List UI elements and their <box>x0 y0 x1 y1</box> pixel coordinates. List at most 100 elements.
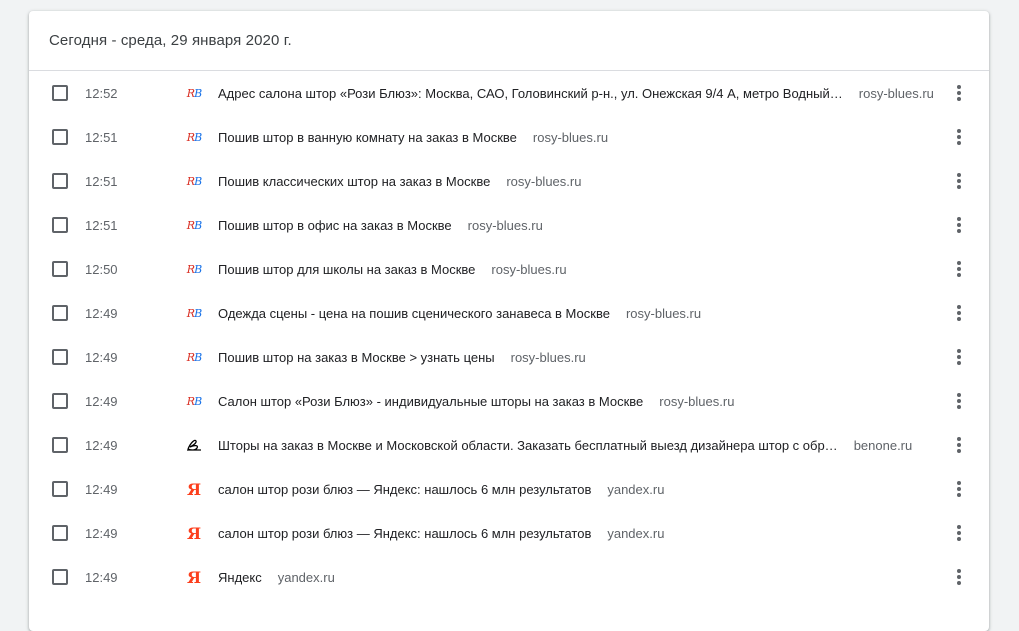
history-entry[interactable]: 12:52 RB Адрес салона штор «Рози Блюз»: … <box>29 71 989 115</box>
rosy-blues-favicon-icon: RB <box>186 350 202 364</box>
rosy-blues-favicon-icon: RB <box>186 86 202 100</box>
entry-link[interactable]: Яндекс yandex.ru <box>218 570 941 585</box>
entry-title[interactable]: Пошив классических штор на заказ в Москв… <box>218 174 490 189</box>
entry-title[interactable]: Пошив штор на заказ в Москве > узнать це… <box>218 350 495 365</box>
entry-time: 12:51 <box>85 217 118 233</box>
history-entry[interactable]: 12:49 Шторы на заказ в Москве и Московск… <box>29 423 989 467</box>
history-entry[interactable]: 12:49 Я Яндекс yandex.ru <box>29 555 989 599</box>
entry-domain: rosy-blues.ru <box>467 217 543 233</box>
entry-time: 12:49 <box>85 525 118 541</box>
entry-checkbox[interactable] <box>52 217 68 233</box>
entry-title[interactable]: Адрес салона штор «Рози Блюз»: Москва, С… <box>218 86 843 101</box>
entry-link[interactable]: Пошив штор для школы на заказ в Москве r… <box>218 262 941 277</box>
more-actions-icon[interactable] <box>953 523 965 543</box>
more-actions-icon[interactable] <box>953 391 965 411</box>
entry-checkbox[interactable] <box>52 349 68 365</box>
entry-time: 12:49 <box>85 569 118 585</box>
entry-domain: yandex.ru <box>277 569 335 585</box>
entry-domain: benone.ru <box>853 437 913 453</box>
history-entry[interactable]: 12:51 RB Пошив штор в офис на заказ в Мо… <box>29 203 989 247</box>
history-entry[interactable]: 12:49 RB Пошив штор на заказ в Москве > … <box>29 335 989 379</box>
rosy-blues-favicon-icon: RB <box>186 262 202 276</box>
entry-link[interactable]: Пошив штор на заказ в Москве > узнать це… <box>218 350 941 365</box>
entry-checkbox[interactable] <box>52 129 68 145</box>
entry-domain: rosy-blues.ru <box>532 129 609 145</box>
entry-link[interactable]: Одежда сцены - цена на пошив сценическог… <box>218 306 941 321</box>
rosy-blues-favicon-icon: RB <box>186 218 202 232</box>
entry-link[interactable]: Пошив классических штор на заказ в Москв… <box>218 174 941 189</box>
entry-title[interactable]: Одежда сцены - цена на пошив сценическог… <box>218 306 610 321</box>
entry-time: 12:49 <box>85 393 118 409</box>
more-actions-icon[interactable] <box>953 83 965 103</box>
history-entry[interactable]: 12:51 RB Пошив классических штор на зака… <box>29 159 989 203</box>
entry-checkbox[interactable] <box>52 481 68 497</box>
entry-domain: rosy-blues.ru <box>510 349 586 365</box>
entry-checkbox[interactable] <box>52 85 68 101</box>
history-date-header: Сегодня - среда, 29 января 2020 г. <box>29 11 989 71</box>
entry-domain: yandex.ru <box>607 525 665 541</box>
more-actions-icon[interactable] <box>953 479 965 499</box>
entry-link[interactable]: Пошив штор в ванную комнату на заказ в М… <box>218 130 941 145</box>
date-heading: Сегодня - среда, 29 января 2020 г. <box>49 32 292 49</box>
entry-link[interactable]: салон штор рози блюз — Яндекс: нашлось 6… <box>218 526 941 541</box>
history-entry[interactable]: 12:49 RB Салон штор «Рози Блюз» - индиви… <box>29 379 989 423</box>
history-entry[interactable]: 12:49 Я салон штор рози блюз — Яндекс: н… <box>29 511 989 555</box>
entry-domain: rosy-blues.ru <box>625 305 702 321</box>
entry-checkbox[interactable] <box>52 393 68 409</box>
more-actions-icon[interactable] <box>953 347 965 367</box>
entry-domain: rosy-blues.ru <box>491 261 567 277</box>
entry-time: 12:49 <box>85 349 118 365</box>
entry-checkbox[interactable] <box>52 525 68 541</box>
entry-time: 12:49 <box>85 481 118 497</box>
more-actions-icon[interactable] <box>953 171 965 191</box>
entry-time: 12:49 <box>85 437 118 453</box>
entry-title[interactable]: Пошив штор в офис на заказ в Москве <box>218 218 452 233</box>
rosy-blues-favicon-icon: RB <box>186 306 202 320</box>
entry-time: 12:52 <box>85 85 118 101</box>
history-entry[interactable]: 12:51 RB Пошив штор в ванную комнату на … <box>29 115 989 159</box>
entry-checkbox[interactable] <box>52 437 68 453</box>
entry-domain: yandex.ru <box>607 481 665 497</box>
entry-link[interactable]: салон штор рози блюз — Яндекс: нашлось 6… <box>218 482 941 497</box>
entry-link[interactable]: Салон штор «Рози Блюз» - индивидуальные … <box>218 394 941 409</box>
entry-domain: rosy-blues.ru <box>659 393 735 409</box>
entry-domain: rosy-blues.ru <box>506 173 582 189</box>
entry-link[interactable]: Пошив штор в офис на заказ в Москве rosy… <box>218 218 941 233</box>
entry-checkbox[interactable] <box>52 173 68 189</box>
rosy-blues-favicon-icon: RB <box>186 174 202 188</box>
entry-link[interactable]: Шторы на заказ в Москве и Московской обл… <box>218 438 941 453</box>
entry-link[interactable]: Адрес салона штор «Рози Блюз»: Москва, С… <box>218 86 941 101</box>
entry-checkbox[interactable] <box>52 261 68 277</box>
yandex-favicon-icon: Я <box>186 567 202 587</box>
entry-title[interactable]: Пошив штор в ванную комнату на заказ в М… <box>218 130 517 145</box>
history-entry[interactable]: 12:49 Я салон штор рози блюз — Яндекс: н… <box>29 467 989 511</box>
entry-time: 12:51 <box>85 173 118 189</box>
history-entry[interactable]: 12:49 RB Одежда сцены - цена на пошив сц… <box>29 291 989 335</box>
more-actions-icon[interactable] <box>953 435 965 455</box>
more-actions-icon[interactable] <box>953 215 965 235</box>
entry-title[interactable]: Шторы на заказ в Москве и Московской обл… <box>218 438 838 453</box>
entry-title[interactable]: салон штор рози блюз — Яндекс: нашлось 6… <box>218 526 591 541</box>
entry-time: 12:51 <box>85 129 118 145</box>
benone-favicon-icon <box>186 437 202 453</box>
entry-title[interactable]: Салон штор «Рози Блюз» - индивидуальные … <box>218 394 643 409</box>
rosy-blues-favicon-icon: RB <box>186 130 202 144</box>
yandex-favicon-icon: Я <box>186 523 202 543</box>
more-actions-icon[interactable] <box>953 303 965 323</box>
rosy-blues-favicon-icon: RB <box>186 394 202 408</box>
more-actions-icon[interactable] <box>953 259 965 279</box>
more-actions-icon[interactable] <box>953 567 965 587</box>
entry-time: 12:49 <box>85 305 118 321</box>
history-card: Сегодня - среда, 29 января 2020 г. 12:52… <box>29 11 989 631</box>
entry-domain: rosy-blues.ru <box>858 85 934 101</box>
entry-title[interactable]: Яндекс <box>218 570 262 585</box>
entry-checkbox[interactable] <box>52 305 68 321</box>
entry-time: 12:50 <box>85 261 118 277</box>
history-list: 12:52 RB Адрес салона штор «Рози Блюз»: … <box>29 71 989 599</box>
entry-title[interactable]: салон штор рози блюз — Яндекс: нашлось 6… <box>218 482 591 497</box>
history-entry[interactable]: 12:50 RB Пошив штор для школы на заказ в… <box>29 247 989 291</box>
entry-checkbox[interactable] <box>52 569 68 585</box>
entry-title[interactable]: Пошив штор для школы на заказ в Москве <box>218 262 475 277</box>
more-actions-icon[interactable] <box>953 127 965 147</box>
yandex-favicon-icon: Я <box>186 479 202 499</box>
